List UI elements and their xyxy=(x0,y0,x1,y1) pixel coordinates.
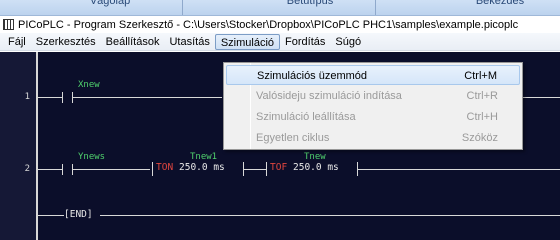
menu-item-label: Valósideju szimuláció indítása xyxy=(256,90,402,102)
rung-wire xyxy=(72,169,150,170)
contact-label: Xnew xyxy=(78,80,100,90)
left-power-rail xyxy=(36,52,38,240)
timer-name-label: Tnew xyxy=(304,152,326,162)
menu-item-simulation-mode[interactable]: Szimulációs üzemmód Ctrl+M xyxy=(226,65,520,85)
rung-wire xyxy=(523,97,560,98)
timer-value-label: 250.0 ms xyxy=(179,162,225,173)
menu-item-single-cycle[interactable]: Egyetlen ciklus Szóköz xyxy=(226,128,520,148)
menu-help[interactable]: Súgó xyxy=(330,34,366,50)
menu-item-start-realtime-simulation[interactable]: Valósideju szimuláció indítása Ctrl+R xyxy=(226,86,520,106)
menu-settings[interactable]: Beállítások xyxy=(101,34,165,50)
menu-file[interactable]: Fájl xyxy=(3,34,31,50)
timer-left-bar xyxy=(152,162,153,176)
menu-item-shortcut: Ctrl+R xyxy=(466,90,498,102)
menu-edit[interactable]: Szerkesztés xyxy=(31,34,101,50)
rung-wire xyxy=(38,215,64,216)
menu-compile[interactable]: Fordítás xyxy=(280,34,330,50)
menu-item-shortcut: Ctrl+M xyxy=(464,70,497,82)
timer-value-label: 250.0 ms xyxy=(293,162,339,173)
rung-wire xyxy=(38,169,62,170)
timer-type-label: TON xyxy=(156,162,174,173)
menu-item-label: Szimulációs üzemmód xyxy=(257,70,368,82)
contact-left-bar xyxy=(62,164,63,175)
timer-type-label: TOF xyxy=(270,162,288,173)
timer-left-bar xyxy=(266,162,267,176)
title-bar: PICoPLC - Program Szerkesztő - C:\Users\… xyxy=(0,16,560,33)
rung-number: 1 xyxy=(24,92,30,102)
background-ribbon: Vágólap Betűtípus Bekezdés xyxy=(0,0,560,16)
rung-wire xyxy=(243,169,267,170)
contact-left-bar xyxy=(62,92,63,103)
rung-wire xyxy=(100,215,560,216)
app-icon xyxy=(3,19,14,30)
menu-simulation[interactable]: Szimuláció xyxy=(214,33,281,50)
ribbon-group-clipboard: Vágólap xyxy=(89,0,131,7)
contact-label: Ynews xyxy=(78,152,106,162)
menu-item-label: Egyetlen ciklus xyxy=(256,132,330,144)
ribbon-group-font: Betűtípus xyxy=(286,0,334,7)
menu-bar: Fájl Szerkesztés Beállítások Utasítás Sz… xyxy=(0,33,560,51)
rung-wire xyxy=(72,97,222,98)
menu-instruction[interactable]: Utasítás xyxy=(164,34,214,50)
line-number-gutter xyxy=(0,52,36,240)
simulation-menu-dropdown: Szimulációs üzemmód Ctrl+M Valósideju sz… xyxy=(223,62,523,150)
window-title: PICoPLC - Program Szerkesztő - C:\Users\… xyxy=(18,18,519,31)
end-label: [END] xyxy=(64,209,93,220)
menu-item-shortcut: Ctrl+H xyxy=(466,111,498,123)
menu-item-shortcut: Szóköz xyxy=(461,132,498,144)
ribbon-group-paragraph: Bekezdés xyxy=(475,0,525,7)
rung-wire xyxy=(38,97,62,98)
timer-name-label: Tnew1 xyxy=(190,152,218,162)
menu-item-label: Szimuláció leállítása xyxy=(256,111,356,123)
menu-item-stop-simulation[interactable]: Szimuláció leállítása Ctrl+H xyxy=(226,107,520,127)
rung-number: 2 xyxy=(24,164,30,174)
rung-wire xyxy=(357,169,560,170)
